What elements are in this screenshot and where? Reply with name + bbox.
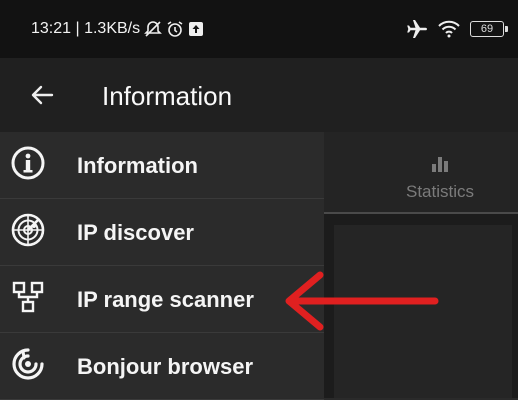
- wifi-icon: [438, 20, 460, 38]
- drawer-item-ip-discover[interactable]: IP discover: [0, 199, 324, 266]
- drawer-item-label: Bonjour browser: [77, 354, 254, 379]
- bar-chart-icon: [430, 154, 450, 179]
- status-left: 13:21 | 1.3KB/s: [31, 0, 204, 58]
- tab-statistics[interactable]: Statistics: [324, 182, 518, 202]
- annotation-arrow-icon: [285, 271, 439, 331]
- bonjour-icon: [11, 347, 45, 381]
- drawer-item-ip-range-scanner[interactable]: IP range scanner: [0, 266, 324, 333]
- tab-bar: Statistics: [324, 132, 518, 214]
- status-bar: 13:21 | 1.3KB/s 69: [0, 0, 518, 58]
- battery-indicator: 69: [470, 21, 508, 37]
- drawer-item-information[interactable]: Information: [0, 132, 324, 199]
- app-bar: Information: [0, 58, 518, 132]
- drawer-item-label: IP discover: [77, 220, 194, 245]
- status-right: 69: [406, 0, 508, 58]
- drawer-item-label: IP range scanner: [77, 287, 254, 312]
- navigation-drawer: Information IP discover IP range scanner…: [0, 132, 324, 400]
- alarm-icon: [166, 20, 184, 38]
- status-time-speed: 13:21 | 1.3KB/s: [31, 20, 141, 37]
- radar-icon: [11, 213, 45, 247]
- page-title: Information: [102, 81, 233, 111]
- upload-notification-icon: [188, 21, 204, 37]
- mute-bell-icon: [144, 20, 163, 38]
- battery-level: 69: [480, 23, 494, 35]
- airplane-icon: [406, 19, 428, 39]
- info-icon: [11, 146, 45, 180]
- drawer-item-label: Information: [77, 153, 198, 178]
- drawer-item-bonjour-browser[interactable]: Bonjour browser: [0, 333, 324, 400]
- back-arrow-icon[interactable]: [27, 80, 57, 110]
- network-icon: [11, 280, 45, 314]
